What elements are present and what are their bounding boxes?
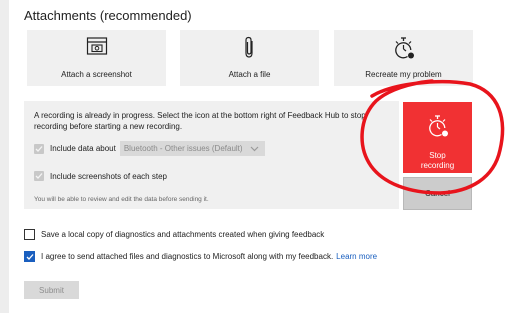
- save-local-copy-checkbox[interactable]: [24, 229, 35, 240]
- attach-file-label: Attach a file: [228, 70, 271, 79]
- stopwatch-stop-icon: [426, 114, 450, 143]
- cancel-button-label: Cancel: [425, 189, 450, 198]
- save-local-copy-label: Save a local copy of diagnostics and att…: [41, 230, 325, 239]
- attach-screenshot-tile[interactable]: Attach a screenshot: [27, 30, 166, 86]
- stop-recording-button[interactable]: Stop recording: [403, 102, 472, 173]
- include-data-checkbox[interactable]: [34, 143, 44, 154]
- agree-text: I agree to send attached files and diagn…: [41, 252, 334, 261]
- chevron-down-icon: [250, 146, 259, 152]
- cancel-button[interactable]: Cancel: [403, 177, 472, 210]
- learn-more-link[interactable]: Learn more: [336, 252, 377, 261]
- stop-recording-label-line2: recording: [420, 161, 455, 170]
- submit-button-label: Submit: [39, 285, 64, 295]
- agree-checkbox[interactable]: [24, 251, 35, 262]
- data-category-selected-value: Bluetooth - Other issues (Default): [123, 144, 243, 153]
- paperclip-icon: [243, 36, 257, 65]
- attach-screenshot-label: Attach a screenshot: [61, 70, 132, 79]
- recording-panel: A recording is already in progress. Sele…: [24, 101, 399, 209]
- include-data-label: Include data about: [50, 144, 116, 153]
- save-local-copy-row: Save a local copy of diagnostics and att…: [24, 229, 324, 240]
- include-data-row: Include data about Bluetooth - Other iss…: [34, 141, 265, 156]
- stopwatch-record-icon: [393, 36, 415, 65]
- stop-recording-label-line1: Stop: [429, 151, 446, 160]
- recording-in-progress-message: A recording is already in progress. Sele…: [34, 111, 366, 131]
- left-edge-strip: [0, 0, 9, 313]
- agree-row: I agree to send attached files and diagn…: [24, 251, 377, 262]
- section-title: Attachments (recommended): [24, 8, 192, 23]
- include-screenshots-row: Include screenshots of each step: [34, 171, 167, 181]
- recreate-problem-label: Recreate my problem: [365, 70, 442, 79]
- stop-recording-label: Stop recording: [421, 151, 454, 171]
- review-note: You will be able to review and edit the …: [34, 196, 209, 203]
- data-category-select[interactable]: Bluetooth - Other issues (Default): [119, 141, 265, 156]
- submit-button[interactable]: Submit: [24, 281, 79, 299]
- agree-label: I agree to send attached files and diagn…: [41, 252, 377, 261]
- include-screenshots-label: Include screenshots of each step: [50, 171, 167, 181]
- checkmark-icon: [26, 253, 33, 260]
- screenshot-camera-icon: [86, 36, 108, 61]
- include-screenshots-checkbox[interactable]: [34, 171, 44, 181]
- recreate-problem-tile[interactable]: Recreate my problem: [334, 30, 473, 86]
- attach-file-tile[interactable]: Attach a file: [180, 30, 319, 86]
